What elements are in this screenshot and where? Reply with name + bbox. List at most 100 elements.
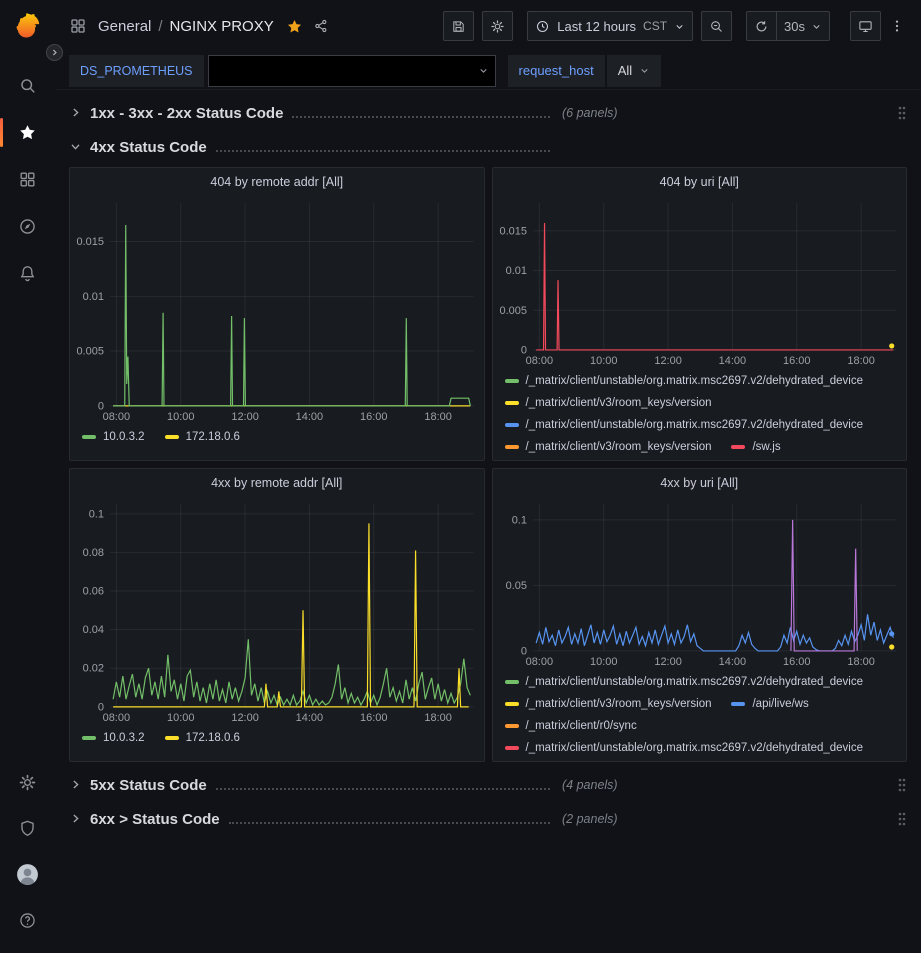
drag-handle-icon[interactable] xyxy=(897,105,907,121)
drag-handle-icon[interactable] xyxy=(897,777,907,793)
sidebar-item-settings[interactable] xyxy=(0,759,55,805)
panel-title[interactable]: 4xx by uri [All] xyxy=(493,469,907,496)
tv-icon xyxy=(858,19,873,34)
row-title: 5xx Status Code xyxy=(90,777,207,794)
svg-text:16:00: 16:00 xyxy=(783,656,810,668)
panel-title-text: 4xx by remote addr [All] xyxy=(211,476,342,490)
panel-4xx-by-remote-addr: 4xx by remote addr [All] 00.020.040.060.… xyxy=(69,468,485,762)
timeseries-chart[interactable]: 00.0050.010.01508:0010:0012:0014:0016:00… xyxy=(70,195,484,424)
refresh-dashboard-button[interactable] xyxy=(746,11,777,41)
sidebar-item-search[interactable] xyxy=(0,62,55,109)
legend-item[interactable]: /_matrix/client/unstable/org.matrix.msc2… xyxy=(505,742,864,754)
row-header-5xx[interactable]: 5xx Status Code (4 panels) xyxy=(69,771,907,799)
refresh-interval-label: 30s xyxy=(784,19,805,34)
top-nav: General / NGINX PROXY xyxy=(55,0,921,52)
sidebar-item-server-admin[interactable] xyxy=(0,805,55,851)
legend-item[interactable]: /_matrix/client/unstable/org.matrix.msc2… xyxy=(505,676,864,688)
save-dashboard-button[interactable] xyxy=(443,11,474,41)
svg-text:10:00: 10:00 xyxy=(590,355,617,367)
svg-text:0.01: 0.01 xyxy=(505,265,526,277)
row-dotted-leader xyxy=(229,822,550,824)
legend: /_matrix/client/unstable/org.matrix.msc2… xyxy=(493,368,907,460)
caret-down-icon xyxy=(472,65,495,76)
compass-icon xyxy=(18,217,37,236)
svg-text:18:00: 18:00 xyxy=(424,712,451,724)
row-title: 6xx > Status Code xyxy=(90,811,220,828)
share-icon xyxy=(313,18,329,34)
svg-text:12:00: 12:00 xyxy=(654,656,681,668)
dashboard-variables-bar: DS_PROMETHEUS request_host All xyxy=(55,52,921,90)
zoom-out-time-button[interactable] xyxy=(701,11,732,41)
time-range-label: Last 12 hours xyxy=(557,19,636,34)
favorite-star-button[interactable] xyxy=(283,15,306,38)
legend-item[interactable]: 10.0.3.2 xyxy=(82,431,145,443)
legend-item[interactable]: /_matrix/client/unstable/org.matrix.msc2… xyxy=(505,375,864,387)
timeseries-chart[interactable]: 00.050.108:0010:0012:0014:0016:0018:00 xyxy=(493,496,907,669)
request-host-variable-value: All xyxy=(618,63,632,78)
svg-text:08:00: 08:00 xyxy=(525,355,552,367)
legend-item[interactable]: 172.18.0.6 xyxy=(165,431,240,443)
row-header-6xx[interactable]: 6xx > Status Code (2 panels) xyxy=(69,805,907,833)
panel-title[interactable]: 404 by remote addr [All] xyxy=(70,168,484,195)
kebab-icon xyxy=(889,18,909,34)
legend-item[interactable]: 10.0.3.2 xyxy=(82,732,145,744)
request-host-variable-label[interactable]: request_host xyxy=(508,55,605,87)
sidebar xyxy=(0,0,55,953)
zoom-out-icon xyxy=(709,19,724,34)
svg-text:0.02: 0.02 xyxy=(83,663,104,675)
row-header-4xx[interactable]: 4xx Status Code xyxy=(69,133,907,161)
sidebar-item-dashboards[interactable] xyxy=(0,156,55,203)
panel-title-text: 404 by remote addr [All] xyxy=(210,175,343,189)
legend-item[interactable]: /_matrix/client/v3/room_keys/version xyxy=(505,441,712,453)
timeseries-chart[interactable]: 00.020.040.060.080.108:0010:0012:0014:00… xyxy=(70,496,484,725)
datasource-variable-value xyxy=(209,56,472,86)
legend: 10.0.3.2 172.18.0.6 xyxy=(70,424,484,460)
request-host-variable-select[interactable]: All xyxy=(607,55,661,87)
refresh-interval-dropdown[interactable]: 30s xyxy=(777,11,830,41)
svg-text:08:00: 08:00 xyxy=(103,712,130,724)
save-icon xyxy=(451,19,466,34)
breadcrumb-title[interactable]: NGINX PROXY xyxy=(170,18,274,35)
datasource-variable-label[interactable]: DS_PROMETHEUS xyxy=(69,55,204,87)
legend-item[interactable]: /_matrix/client/unstable/org.matrix.msc2… xyxy=(505,419,864,431)
refresh-icon xyxy=(754,19,769,34)
legend-item[interactable]: /sw.js xyxy=(731,441,780,453)
sidebar-item-help[interactable] xyxy=(0,897,55,943)
legend: /_matrix/client/unstable/org.matrix.msc2… xyxy=(493,669,907,761)
timeseries-chart[interactable]: 00.0050.010.01508:0010:0012:0014:0016:00… xyxy=(493,195,907,368)
legend-item[interactable]: /_matrix/client/v3/room_keys/version xyxy=(505,397,712,409)
gear-icon xyxy=(18,773,37,792)
share-dashboard-button[interactable] xyxy=(310,15,332,37)
legend-item[interactable]: /api/live/ws xyxy=(731,698,808,710)
svg-text:18:00: 18:00 xyxy=(424,411,451,423)
datasource-variable-select[interactable] xyxy=(208,55,496,87)
svg-text:0.1: 0.1 xyxy=(511,514,526,526)
refresh-group: 30s xyxy=(746,11,830,41)
breadcrumb-section[interactable]: General xyxy=(98,18,151,35)
svg-text:12:00: 12:00 xyxy=(231,411,258,423)
caret-down-icon xyxy=(811,21,822,32)
dashboard-canvas: 1xx - 3xx - 2xx Status Code (6 panels) 4… xyxy=(55,90,921,953)
kebab-menu-button[interactable] xyxy=(889,18,909,34)
dashboard-settings-button[interactable] xyxy=(482,11,513,41)
svg-text:10:00: 10:00 xyxy=(590,656,617,668)
legend-item[interactable]: /_matrix/client/v3/room_keys/version xyxy=(505,698,712,710)
panel-title[interactable]: 404 by uri [All] xyxy=(493,168,907,195)
row-header-1xx-3xx-2xx[interactable]: 1xx - 3xx - 2xx Status Code (6 panels) xyxy=(69,99,907,127)
panel-title[interactable]: 4xx by remote addr [All] xyxy=(70,469,484,496)
bell-icon xyxy=(18,264,37,283)
sidebar-item-alerting[interactable] xyxy=(0,250,55,297)
svg-text:10:00: 10:00 xyxy=(167,712,194,724)
grafana-logo[interactable] xyxy=(13,11,42,40)
sidebar-item-starred[interactable] xyxy=(0,109,55,156)
time-range-button[interactable]: Last 12 hours CST xyxy=(527,11,693,41)
sidebar-expand-button[interactable] xyxy=(46,44,63,61)
legend-item[interactable]: /_matrix/client/r0/sync xyxy=(505,720,637,732)
drag-handle-icon[interactable] xyxy=(897,811,907,827)
sidebar-item-explore[interactable] xyxy=(0,203,55,250)
legend-item[interactable]: 172.18.0.6 xyxy=(165,732,240,744)
tv-mode-button[interactable] xyxy=(850,11,881,41)
chevron-right-icon xyxy=(69,106,83,120)
sidebar-item-profile[interactable] xyxy=(0,851,55,897)
svg-text:18:00: 18:00 xyxy=(847,656,874,668)
